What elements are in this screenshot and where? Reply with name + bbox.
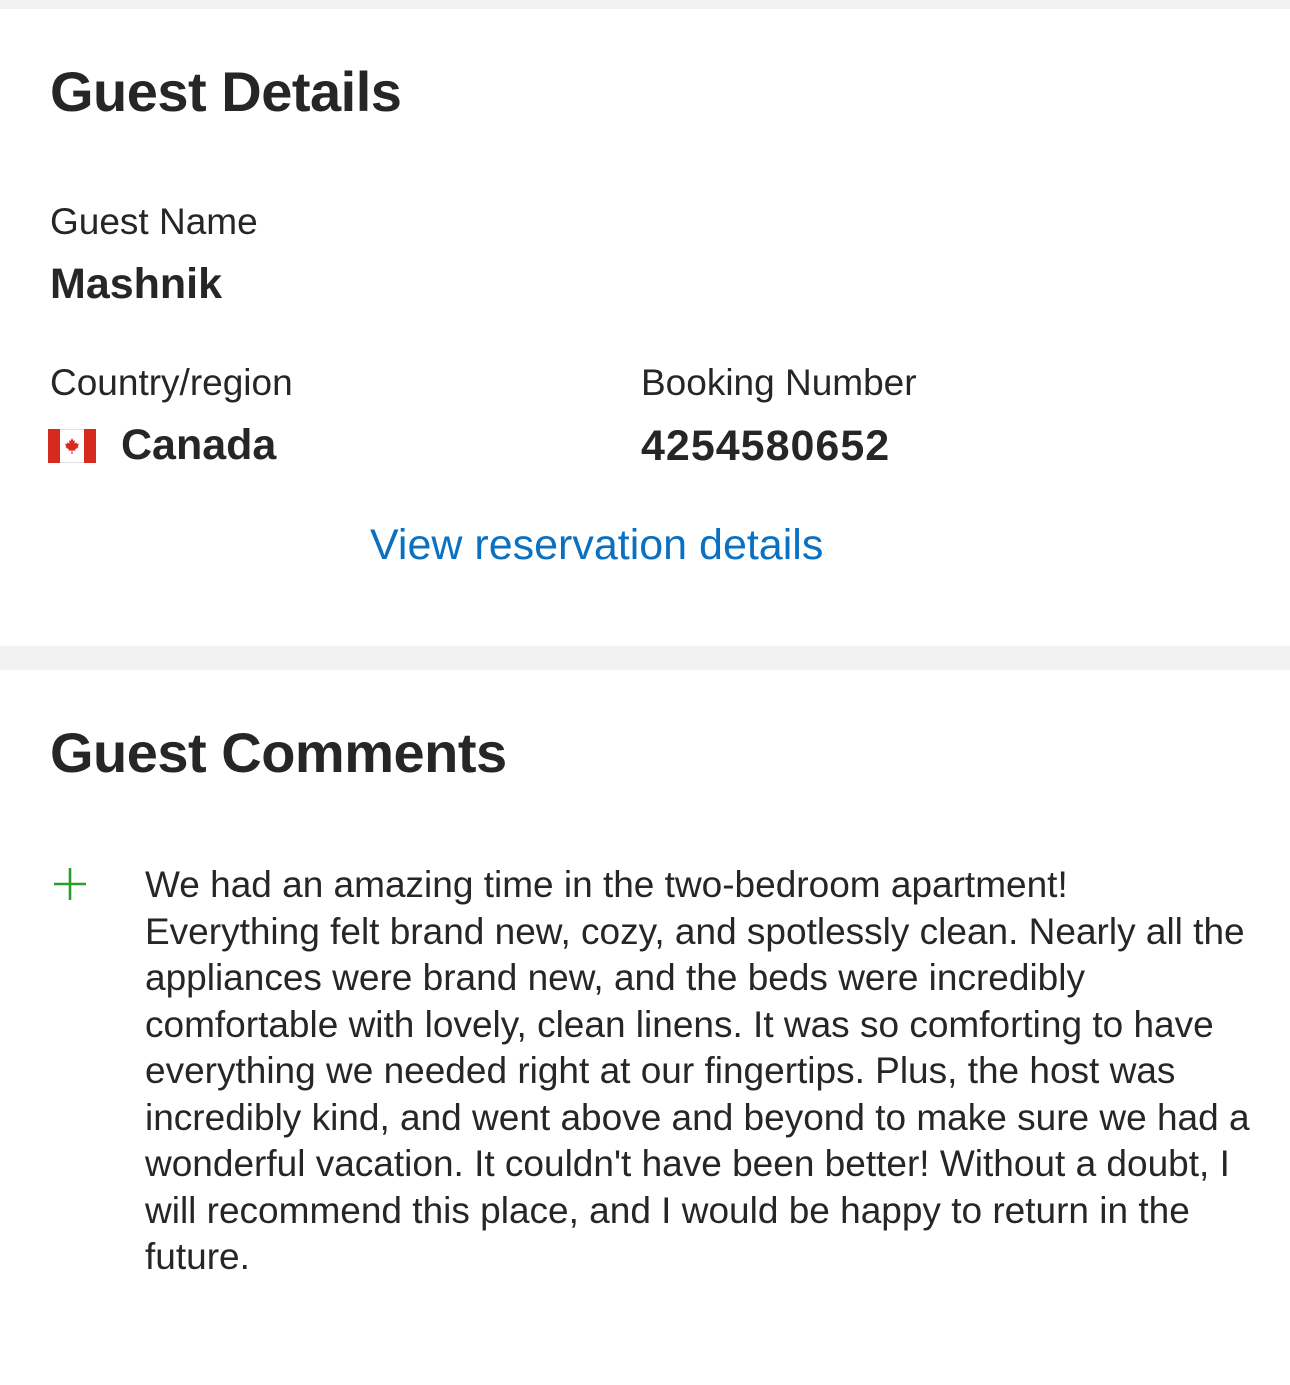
- canada-flag-icon: [48, 428, 96, 463]
- section-divider: [0, 0, 1290, 9]
- booking-number-label: Booking Number: [641, 362, 917, 403]
- section-divider: [0, 646, 1290, 670]
- country-value: Canada: [121, 421, 277, 469]
- plus-icon: [54, 868, 86, 900]
- positive-comment-text: We had an amazing time in the two-bedroo…: [145, 864, 1250, 1277]
- guest-review-page: Guest Details Guest Name Mashnik Country…: [0, 0, 1290, 1385]
- country-label: Country/region: [50, 362, 293, 403]
- booking-number-value: 4254580652: [641, 422, 891, 470]
- view-reservation-details-link[interactable]: View reservation details: [370, 524, 823, 567]
- guest-name-value: Mashnik: [50, 260, 223, 308]
- guest-comments-title: Guest Comments: [50, 721, 507, 784]
- guest-details-title: Guest Details: [50, 60, 402, 123]
- guest-name-label: Guest Name: [50, 201, 258, 242]
- country-row: Canada: [48, 424, 276, 467]
